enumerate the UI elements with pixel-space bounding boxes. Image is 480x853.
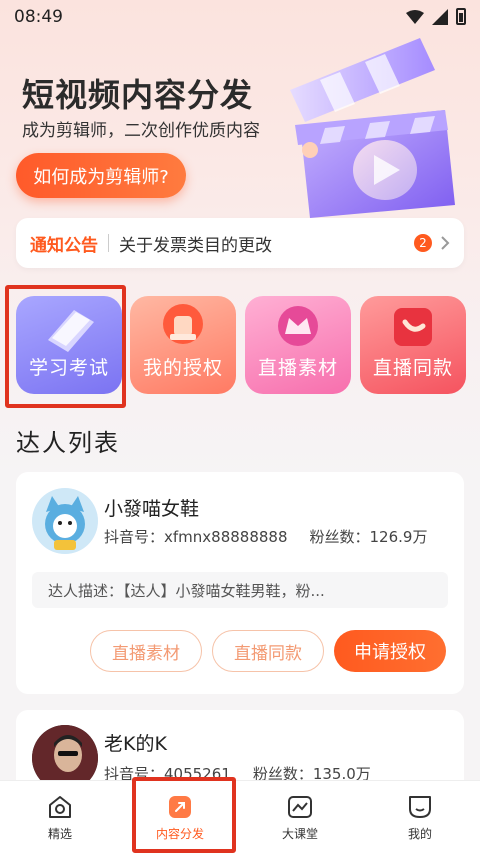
nav-label: 大课堂 — [281, 827, 318, 841]
classroom-icon — [288, 796, 312, 818]
influencer-description: 达人描述：【达人】小發喵女鞋男鞋，粉... — [32, 572, 448, 608]
phone-icon — [394, 308, 432, 346]
tile-live-same-product[interactable]: 直播同款 — [360, 296, 466, 394]
wifi-icon — [406, 9, 424, 24]
nav-label: 精选 — [47, 827, 72, 841]
nav-label: 我的 — [407, 827, 432, 841]
nav-item-classroom[interactable]: 大课堂 — [240, 781, 360, 853]
notice-count-badge: 2 — [414, 234, 432, 252]
live-material-button[interactable]: 直播素材 — [90, 630, 202, 672]
tile-study-exam[interactable]: 学习考试 — [16, 296, 122, 394]
status-bar: 08:49 — [0, 0, 480, 34]
bottom-nav: 精选 内容分发 大课堂 我的 — [0, 780, 480, 853]
tile-label: 直播素材 — [257, 357, 338, 379]
notice-text[interactable]: 关于发票类目的更改 — [119, 231, 414, 256]
share-icon — [169, 796, 191, 818]
tile-label: 直播同款 — [372, 357, 453, 379]
influencer-card[interactable]: 小發喵女鞋 抖音号：xfmnx88888888 粉丝数：126.9万 达人描述：… — [16, 472, 464, 694]
signal-icon — [432, 8, 448, 25]
tile-live-material[interactable]: 直播素材 — [245, 296, 351, 394]
banner-title: 短视频内容分发 — [22, 76, 254, 114]
nav-label: 内容分发 — [155, 827, 204, 841]
status-time: 08:49 — [14, 7, 63, 27]
how-to-become-editor-button[interactable]: 如何成为剪辑师? — [16, 153, 186, 198]
influencer-meta: 抖音号：xfmnx88888888 粉丝数：126.9万 — [104, 526, 427, 547]
nav-item-profile[interactable]: 我的 — [360, 781, 480, 853]
status-icons — [406, 8, 466, 25]
notice-bar[interactable]: 通知公告 关于发票类目的更改 2 — [16, 218, 464, 268]
section-title: 达人列表 — [16, 429, 120, 457]
tile-my-authorization[interactable]: 我的授权 — [130, 296, 236, 394]
battery-icon — [456, 8, 466, 25]
nav-item-featured[interactable]: 精选 — [0, 781, 120, 853]
notice-divider — [108, 234, 109, 252]
chevron-right-icon[interactable] — [440, 235, 450, 251]
card-actions: 直播素材 直播同款 申请授权 — [90, 630, 446, 672]
notice-label: 通知公告 — [30, 235, 98, 256]
profile-icon — [409, 796, 431, 818]
crown-icon — [278, 306, 318, 346]
influencer-name: 小發喵女鞋 — [104, 498, 200, 520]
stamp-icon — [163, 304, 203, 344]
fans-count: 粉丝数：126.9万 — [309, 528, 428, 546]
tile-label: 学习考试 — [28, 357, 109, 379]
live-same-button[interactable]: 直播同款 — [212, 630, 324, 672]
clapperboard-illustration — [290, 38, 455, 218]
apply-authorization-button[interactable]: 申请授权 — [334, 630, 446, 672]
influencer-name: 老K的K — [104, 733, 167, 755]
tile-label: 我的授权 — [142, 357, 223, 379]
nav-item-content-distribution[interactable]: 内容分发 — [120, 781, 240, 853]
avatar — [32, 488, 98, 554]
cat-avatar-icon — [32, 488, 98, 554]
home-icon — [49, 796, 71, 818]
banner-subtitle: 成为剪辑师，二次创作优质内容 — [22, 121, 260, 141]
book-icon — [48, 310, 94, 352]
douyin-id: 抖音号：xfmnx88888888 — [104, 528, 288, 546]
